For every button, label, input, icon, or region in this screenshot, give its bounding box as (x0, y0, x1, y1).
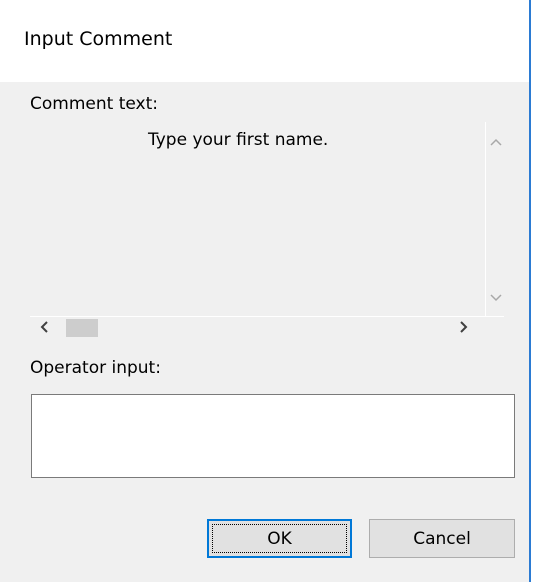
operator-input-label: Operator input: (30, 358, 161, 378)
scroll-right-icon[interactable] (454, 317, 474, 337)
comment-text-label: Comment text: (30, 94, 158, 114)
comment-text-value: Type your first name. (148, 130, 329, 150)
dialog-title: Input Comment (24, 28, 173, 50)
input-comment-dialog: Input Comment Comment text: Type your fi… (0, 0, 531, 582)
title-bar[interactable]: Input Comment (0, 0, 529, 82)
vertical-scrollbar[interactable] (485, 122, 505, 316)
comment-text-area: Type your first name. (30, 122, 505, 337)
cancel-button[interactable]: Cancel (369, 519, 515, 558)
horizontal-scroll-thumb[interactable] (66, 319, 98, 337)
dialog-body: Comment text: Type your first name. Oper… (0, 82, 529, 582)
scroll-up-icon[interactable] (486, 132, 505, 151)
horizontal-scrollbar[interactable] (30, 316, 504, 337)
scroll-left-icon[interactable] (34, 317, 54, 337)
scroll-down-icon[interactable] (486, 288, 505, 307)
ok-button[interactable]: OK (207, 519, 352, 558)
operator-input-field[interactable] (31, 394, 515, 478)
ok-button-label: OK (212, 524, 347, 553)
